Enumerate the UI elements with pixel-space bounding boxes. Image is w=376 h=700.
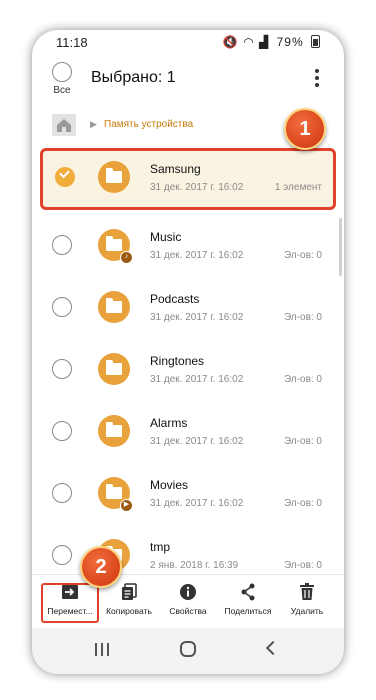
delete-button[interactable]: Удалить bbox=[282, 581, 332, 616]
item-date: 31 дек. 2017 г. 16:02 bbox=[150, 374, 244, 385]
item-count: Эл-ов: 0 bbox=[283, 374, 322, 385]
item-count: Эл-ов: 0 bbox=[283, 312, 322, 323]
item-date: 2 янв. 2018 г. 16:39 bbox=[150, 560, 239, 571]
folder-icon bbox=[98, 161, 130, 193]
folder-icon bbox=[98, 415, 130, 447]
item-count: Эл-ов: 0 bbox=[283, 436, 322, 447]
item-checkbox[interactable] bbox=[52, 545, 72, 565]
step-badge-2: 2 bbox=[80, 546, 122, 588]
properties-label: Свойства bbox=[169, 606, 207, 616]
list-item[interactable]: ♪ Music 31 дек. 2017 г. 16:02 Эл-ов: 0 bbox=[32, 216, 344, 278]
item-date: 31 дек. 2017 г. 16:02 bbox=[150, 250, 244, 261]
breadcrumb-arrow-icon: ▶ bbox=[90, 119, 97, 129]
select-all-label: Все bbox=[53, 85, 71, 96]
music-note-icon: ♪ bbox=[120, 251, 133, 264]
share-button[interactable]: Поделиться bbox=[220, 581, 276, 616]
folder-icon bbox=[98, 291, 130, 323]
item-name: Movies bbox=[150, 478, 189, 492]
item-date: 31 дек. 2017 г. 16:02 bbox=[150, 312, 244, 323]
item-name: tmp bbox=[150, 540, 171, 554]
move-icon bbox=[62, 585, 78, 599]
delete-label: Удалить bbox=[290, 606, 324, 616]
item-date: 31 дек. 2017 г. 16:02 bbox=[150, 498, 244, 509]
folder-icon: ▶ bbox=[98, 477, 133, 512]
folder-icon bbox=[98, 353, 130, 385]
status-bar: 11:18 🔇 ◠ ▟ 79% bbox=[32, 30, 344, 56]
battery-percent: 79% bbox=[276, 35, 304, 49]
item-count: 1 элемент bbox=[274, 182, 322, 193]
list-item[interactable]: ▶ Movies 31 дек. 2017 г. 16:02 Эл-ов: 0 bbox=[32, 464, 344, 526]
item-date: 31 дек. 2017 г. 16:02 bbox=[150, 182, 244, 193]
selection-toolbar: Все Выбрано: 1 bbox=[32, 58, 344, 106]
copy-icon bbox=[122, 583, 137, 600]
copy-label: Копировать bbox=[106, 606, 152, 616]
back-icon[interactable] bbox=[265, 640, 281, 656]
item-name: Ringtones bbox=[150, 354, 205, 368]
share-label: Поделиться bbox=[224, 606, 272, 616]
status-icons: 🔇 ◠ ▟ 79% bbox=[223, 35, 320, 49]
list-item[interactable]: Ringtones 31 дек. 2017 г. 16:02 Эл-ов: 0 bbox=[32, 340, 344, 402]
select-all[interactable]: Все bbox=[50, 62, 74, 96]
item-name: Alarms bbox=[150, 416, 188, 430]
info-icon bbox=[180, 584, 196, 600]
folder-icon: ♪ bbox=[98, 229, 133, 264]
item-count: Эл-ов: 0 bbox=[283, 250, 322, 261]
item-name: Samsung bbox=[150, 162, 201, 176]
select-all-checkbox[interactable] bbox=[52, 62, 72, 82]
list-item[interactable]: tmp 2 янв. 2018 г. 16:39 Эл-ов: 0 bbox=[32, 526, 344, 574]
item-checkbox[interactable] bbox=[52, 421, 72, 441]
status-time: 11:18 bbox=[56, 35, 88, 50]
move-button[interactable]: Перемест... bbox=[43, 581, 97, 616]
mute-icon: 🔇 bbox=[222, 35, 239, 49]
item-checkbox[interactable] bbox=[52, 483, 72, 503]
home-button-icon[interactable] bbox=[180, 641, 196, 657]
play-icon: ▶ bbox=[120, 499, 133, 512]
list-item[interactable]: Samsung 31 дек. 2017 г. 16:02 1 элемент bbox=[40, 148, 336, 210]
list-item[interactable]: Alarms 31 дек. 2017 г. 16:02 Эл-ов: 0 bbox=[32, 402, 344, 464]
item-name: Music bbox=[150, 230, 182, 244]
action-bar: Перемест... Копировать Свойства Поделить… bbox=[32, 574, 344, 628]
step-badge-1: 1 bbox=[284, 108, 326, 150]
home-icon[interactable] bbox=[52, 114, 76, 136]
list-item[interactable]: Podcasts 31 дек. 2017 г. 16:02 Эл-ов: 0 bbox=[32, 278, 344, 340]
battery-icon bbox=[311, 35, 320, 48]
selection-count-title: Выбрано: 1 bbox=[91, 69, 176, 86]
checkmark-icon bbox=[59, 167, 70, 179]
item-name: Podcasts bbox=[150, 292, 200, 306]
item-count: Эл-ов: 0 bbox=[283, 498, 322, 509]
item-count: Эл-ов: 0 bbox=[283, 560, 322, 571]
share-icon bbox=[241, 583, 255, 601]
item-checkbox[interactable] bbox=[52, 235, 72, 255]
move-label: Перемест... bbox=[47, 606, 93, 616]
breadcrumb-location[interactable]: Память устройства bbox=[104, 119, 193, 130]
wifi-icon: ◠ bbox=[243, 35, 255, 49]
signal-icon: ▟ bbox=[259, 35, 270, 49]
item-checkbox-checked[interactable] bbox=[55, 167, 75, 187]
properties-button[interactable]: Свойства bbox=[162, 581, 214, 616]
scrollbar[interactable] bbox=[339, 218, 342, 276]
recents-icon[interactable] bbox=[95, 643, 109, 656]
file-list: Samsung 31 дек. 2017 г. 16:02 1 элемент … bbox=[32, 146, 344, 574]
item-date: 31 дек. 2017 г. 16:02 bbox=[150, 436, 244, 447]
more-options-icon[interactable] bbox=[314, 69, 320, 87]
system-nav-bar bbox=[32, 628, 344, 674]
item-checkbox[interactable] bbox=[52, 359, 72, 379]
copy-button[interactable]: Копировать bbox=[102, 581, 156, 616]
item-checkbox[interactable] bbox=[52, 297, 72, 317]
trash-icon bbox=[300, 583, 314, 600]
